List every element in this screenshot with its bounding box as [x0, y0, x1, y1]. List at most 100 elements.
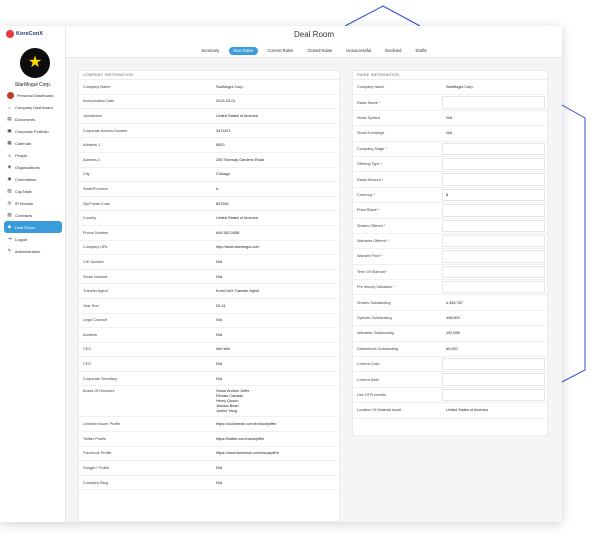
- field-input[interactable]: [442, 388, 545, 402]
- field-input[interactable]: [442, 142, 545, 155]
- field-label: Company URL: [83, 245, 108, 249]
- field-row: Location Of Material Asset United States …: [353, 403, 547, 419]
- tab-drafts[interactable]: Drafts: [411, 47, 430, 55]
- field-label: Address 2: [83, 158, 100, 162]
- required-marker: *: [377, 100, 381, 105]
- sidebar-item-documents[interactable]: ▤ Documents: [4, 113, 62, 125]
- field-label: Incorporation Date: [83, 99, 114, 103]
- field-label: Current Cash: [357, 362, 380, 366]
- sidebar-item-calendar[interactable]: ▦ Calendar: [4, 137, 62, 149]
- field-input[interactable]: [442, 157, 545, 171]
- field-input[interactable]: [442, 234, 545, 248]
- sidebar-item-organizations[interactable]: ◈ Organizations: [4, 161, 62, 173]
- field-row: Company Blog N/A: [79, 476, 339, 491]
- field-row: Corporate Secretary N/A: [79, 372, 339, 387]
- required-marker: *: [380, 177, 384, 182]
- field-label-text: Zip/Postal Code: [83, 201, 111, 206]
- field-label-text: Google+ Profile: [83, 466, 110, 471]
- company-information-panel: COMPANY INFORMATION Company Name StarMogu…: [78, 70, 340, 522]
- field-label-text: Stock Symbol: [357, 115, 381, 120]
- field-label: Stock Exchange: [357, 131, 384, 135]
- field-input[interactable]: [442, 96, 545, 109]
- field-label: Shares Offered *: [357, 224, 385, 228]
- tab-declined[interactable]: Declined: [381, 47, 405, 55]
- field-row: Price/Share *: [353, 203, 547, 219]
- required-marker: *: [391, 285, 395, 290]
- required-marker: *: [376, 208, 380, 213]
- field-label-text: Pre Money Valuation: [357, 285, 392, 290]
- tab-closed-raise[interactable]: Closed Raise: [303, 47, 336, 55]
- field-value: https://ca.linkedin.com/in/oscarjoffre: [216, 422, 277, 427]
- sidebar-item-personal-dashboard[interactable]: Personal Dashboard: [4, 89, 62, 101]
- field-label-text: CIK Number: [83, 259, 104, 264]
- field-label: Twitter Profile: [83, 437, 106, 441]
- field-row: Legal Counsel N/A: [79, 314, 339, 329]
- brand[interactable]: KoreConX: [6, 30, 43, 38]
- sidebar-item-label: Committees: [15, 176, 37, 182]
- field-value: Chicago: [216, 172, 230, 177]
- field-label: Facebook Profile: [83, 451, 112, 455]
- sidebar-item-deal-room[interactable]: ◆ Deal Room: [4, 221, 62, 233]
- field-input[interactable]: [442, 173, 545, 186]
- field-label: CEO: [83, 347, 91, 351]
- field-input[interactable]: [442, 250, 545, 263]
- field-label: Company Stage *: [357, 147, 387, 151]
- star-icon: ★: [27, 54, 43, 71]
- field-row: State/Province IL: [79, 182, 339, 197]
- field-label: Raise Name *: [357, 101, 380, 105]
- sidebar-item-corporate-portfolio[interactable]: ▣ Corporate Portfolio: [4, 125, 62, 137]
- raise-information-panel: RAISE INFORMATION Company Name StarMogul …: [352, 70, 548, 436]
- sidebar-item-logout[interactable]: ⇥ Logout: [4, 233, 62, 245]
- field-input[interactable]: [442, 373, 545, 386]
- tab-summary[interactable]: Summary: [197, 47, 223, 55]
- field-input[interactable]: [442, 265, 545, 279]
- field-label-text: Stock Exchange: [357, 131, 385, 136]
- company-avatar[interactable]: ★: [20, 48, 50, 78]
- field-row: Sedar Number N/A: [79, 270, 339, 285]
- tab-current-raise[interactable]: Current Raise: [264, 47, 298, 55]
- logout-icon: ⇥: [7, 236, 12, 241]
- field-label: CFO: [83, 362, 91, 366]
- sidebar-item-ir-module[interactable]: ◎ IR Module: [4, 197, 62, 209]
- sidebar-item-label: Logout: [15, 236, 28, 242]
- field-value: 192,655: [446, 331, 460, 336]
- field-label-text: Debentures Outstanding: [357, 346, 399, 351]
- sidebar-item-label: Deal Room: [15, 224, 36, 230]
- organization-icon: ◈: [7, 164, 12, 169]
- sidebar-item-company-dashboard[interactable]: ⌂ Company Dashboard: [4, 101, 62, 113]
- field-input[interactable]: [442, 281, 545, 294]
- field-row: Offering Type *: [353, 157, 547, 173]
- field-label-text: Company Blog: [83, 480, 108, 485]
- field-label-text: Raise Name: [357, 100, 378, 105]
- sidebar-item-contracts[interactable]: ▧ Contracts: [4, 209, 62, 221]
- sidebar-item-people[interactable]: ☺ People: [4, 149, 62, 161]
- field-label-text: Facebook Profile: [83, 451, 112, 456]
- field-row: Stock Symbol N/A: [353, 111, 547, 127]
- field-row: Raise Name *: [353, 95, 547, 111]
- tab-new-raise[interactable]: New Raise: [229, 46, 258, 55]
- tab-unsuccessful[interactable]: Unsuccessful: [342, 47, 375, 55]
- sidebar-item-committees[interactable]: ◉ Committees: [4, 173, 62, 185]
- field-value: http://www.starmogul.com: [216, 245, 260, 250]
- field-row: City Chicago: [79, 168, 339, 183]
- field-row: Auditors N/A: [79, 328, 339, 343]
- field-value: N/A: [216, 274, 223, 279]
- field-input[interactable]: [442, 219, 545, 232]
- field-label-text: Currency: [357, 192, 373, 197]
- field-input[interactable]: [442, 358, 545, 371]
- field-label-text: Shares Outstanding: [357, 300, 391, 305]
- field-row: Company Name StarMogul Corp.: [353, 80, 547, 96]
- field-row: Company Stage *: [353, 142, 547, 157]
- field-label: Zip/Postal Code: [83, 202, 110, 206]
- field-label: Warrants Outstanding: [357, 331, 394, 335]
- field-input[interactable]: [442, 204, 545, 217]
- panel-heading: COMPANY INFORMATION: [79, 71, 339, 80]
- field-value: https://twitter.com/oscarjoffre: [216, 436, 265, 441]
- field-label-text: Options Outstanding: [357, 316, 392, 321]
- field-value: 03-31: [216, 303, 226, 308]
- field-label: Pre Money Valuation *: [357, 285, 395, 289]
- field-input[interactable]: $: [442, 188, 545, 202]
- sidebar-item-captable[interactable]: ▥ CapTable: [4, 185, 62, 197]
- field-row: CEO Wei Wei: [79, 343, 339, 358]
- sidebar-item-administration[interactable]: ✎ Administration: [4, 245, 62, 257]
